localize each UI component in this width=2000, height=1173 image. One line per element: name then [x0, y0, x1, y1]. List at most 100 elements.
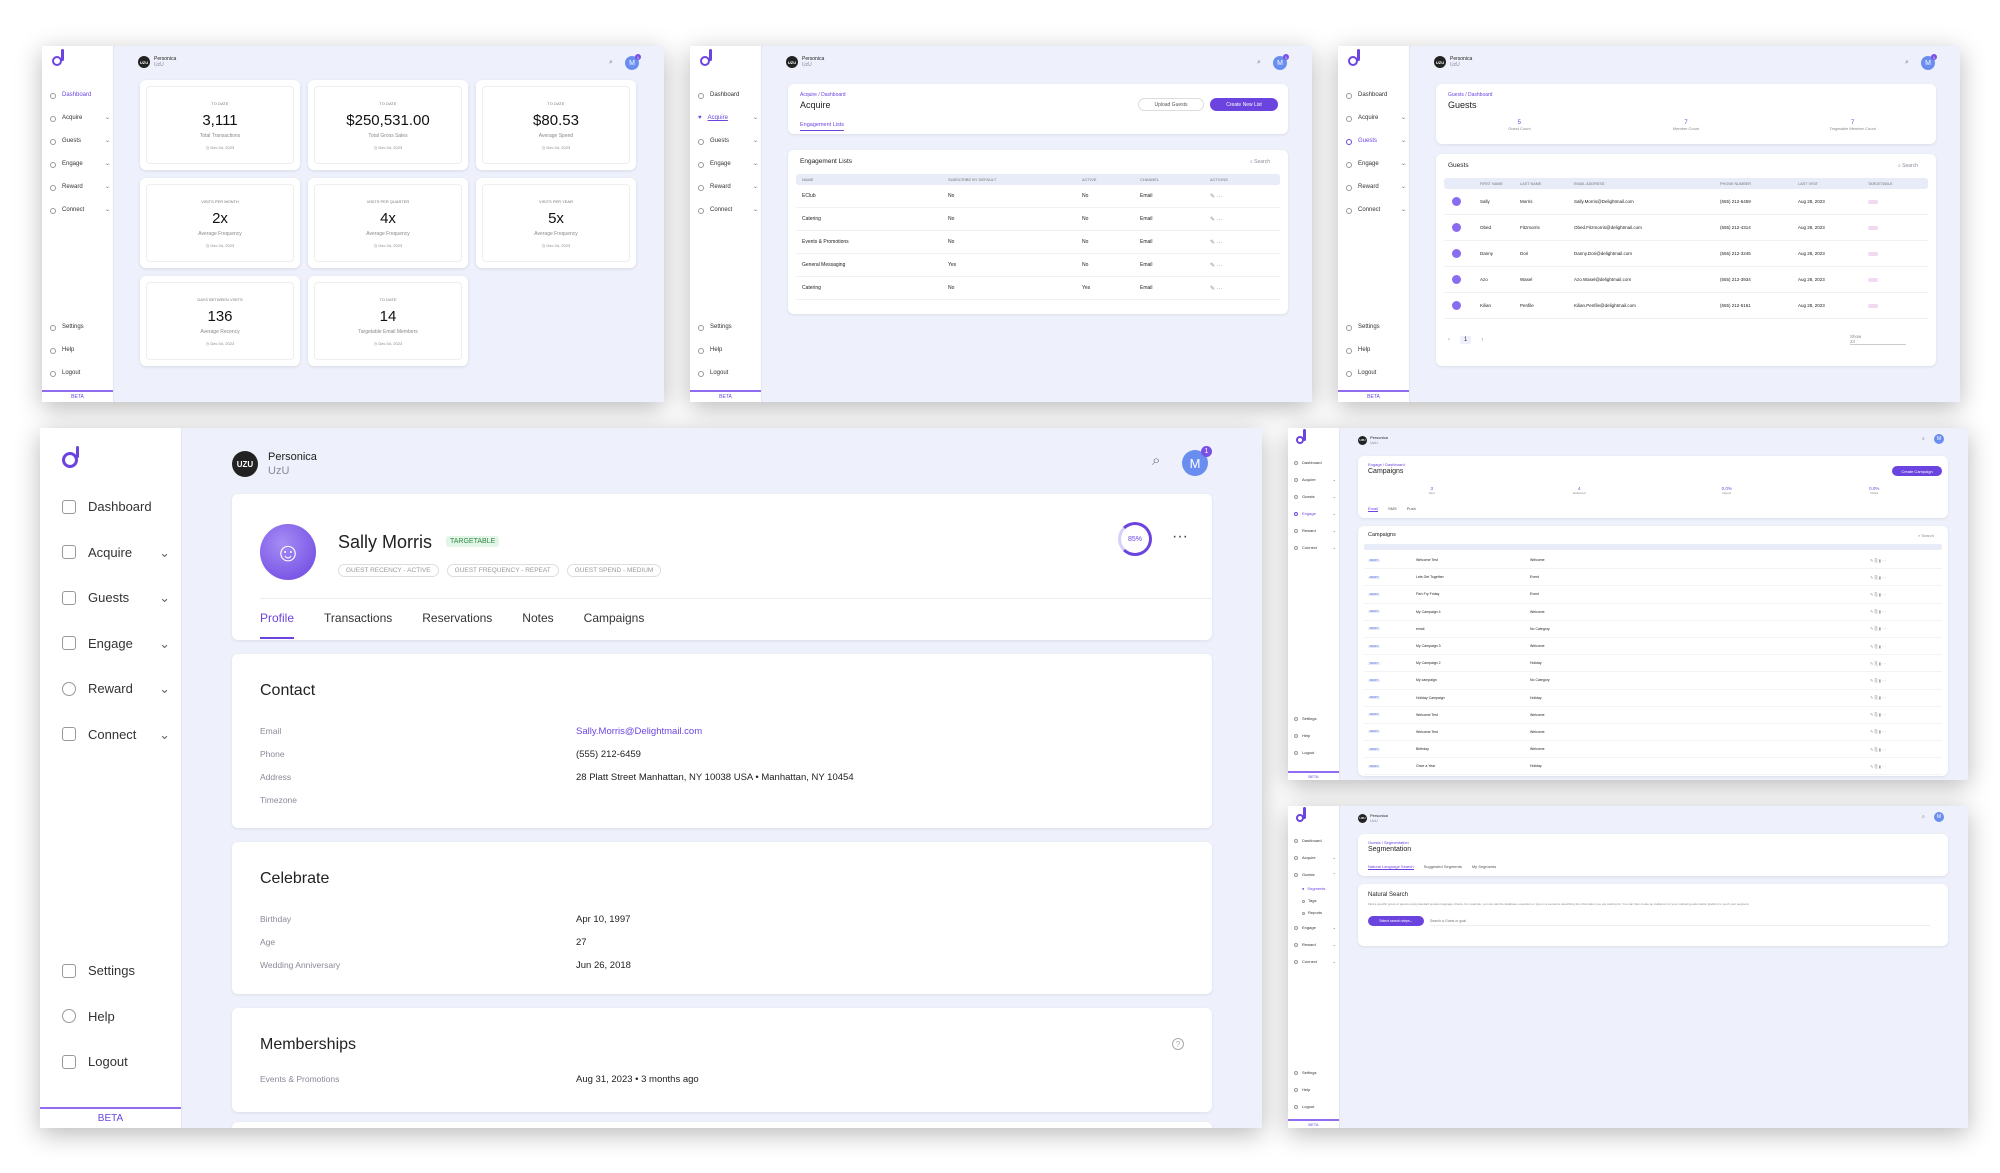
next-page-icon[interactable]: ›	[1481, 337, 1483, 343]
table-row[interactable]: DRAFT Welcome Test Welcome ✎ ⎘ ▮ ···	[1364, 724, 1942, 742]
segmentation-tab[interactable]: My Segments	[1472, 864, 1496, 870]
nav-help[interactable]: Help	[50, 339, 84, 362]
create-campaign-button[interactable]: Create Campaign	[1892, 466, 1942, 476]
nav-acquire[interactable]: Acquire ⌄	[62, 530, 170, 576]
nav-settings[interactable]: Settings	[698, 316, 732, 339]
user-avatar[interactable]: M1	[1921, 54, 1937, 70]
table-row[interactable]: DRAFT My Campaign 3 Welcome ✎ ⎘ ▮ ···	[1364, 638, 1942, 656]
nav-logout[interactable]: Logout	[1294, 744, 1316, 761]
nav-guests[interactable]: Guests ⌄	[50, 130, 110, 153]
nav-dashboard[interactable]: Dashboard	[50, 84, 110, 107]
nav-logout[interactable]: Logout	[1346, 362, 1380, 385]
nav-logout[interactable]: Logout	[50, 362, 84, 385]
more-icon[interactable]: ···	[1217, 240, 1223, 246]
more-icon[interactable]: ···	[1217, 194, 1223, 200]
nav-tags[interactable]: Tags	[1294, 895, 1336, 907]
search-input[interactable]	[1430, 916, 1930, 926]
more-icon[interactable]: ···	[1882, 609, 1886, 614]
nav-help[interactable]: Help	[698, 339, 732, 362]
table-row[interactable]: EClub No No Email ✎ ···	[796, 185, 1280, 208]
nav-logout[interactable]: Logout	[62, 1039, 135, 1085]
table-row[interactable]: Sally Morris Sally.Morris@Delightmail.com (…	[1444, 189, 1928, 215]
more-icon[interactable]: ···	[1882, 626, 1886, 631]
nav-reward[interactable]: Reward ⌄	[1346, 176, 1406, 199]
table-row[interactable]: General Messaging Yes No Email ✎ ···	[796, 254, 1280, 277]
tab-transactions[interactable]: Transactions	[324, 611, 392, 640]
nav-segments[interactable]: ● Segments	[1294, 883, 1336, 895]
more-icon[interactable]: ···	[1882, 678, 1886, 683]
segmentation-tab[interactable]: Natural Language Search	[1368, 864, 1414, 870]
edit-icon[interactable]: ✎	[1210, 194, 1217, 200]
search-icon[interactable]: ⌕	[1922, 814, 1925, 820]
search-icon[interactable]: ⌕	[1257, 59, 1261, 67]
nav-engage[interactable]: Engage ⌄	[50, 153, 110, 176]
more-options-icon[interactable]: ···	[1172, 528, 1188, 546]
edit-icon[interactable]: ✎	[1210, 263, 1217, 269]
edit-icon[interactable]: ✎	[1210, 240, 1217, 246]
table-row[interactable]: DRAFT My Campaign 4 Welcome ✎ ⎘ ▮ ···	[1364, 604, 1942, 621]
nav-help[interactable]: Help	[1346, 339, 1380, 362]
nav-settings[interactable]: Settings	[1294, 1064, 1316, 1081]
user-avatar[interactable]: M1	[625, 54, 641, 70]
nav-settings[interactable]: Settings	[1294, 710, 1316, 727]
more-icon[interactable]: ···	[1882, 747, 1886, 752]
table-row[interactable]: Catering No Yes Email ✎ ···	[796, 277, 1280, 300]
nav-guests[interactable]: Guests ⌄	[1346, 130, 1406, 153]
user-avatar[interactable]: M1	[1273, 54, 1289, 70]
table-row[interactable]: DRAFT email No Category ✎ ⎘ ▮ ···	[1364, 621, 1942, 638]
nav-settings[interactable]: Settings	[1346, 316, 1380, 339]
tab-profile[interactable]: Profile	[260, 611, 295, 639]
nav-settings[interactable]: Settings	[50, 316, 84, 339]
email-link[interactable]: Sally.Morris@Delightmail.com	[576, 720, 702, 743]
more-icon[interactable]: ···	[1882, 695, 1886, 700]
nav-reports[interactable]: Reports	[1294, 907, 1336, 919]
nav-connect[interactable]: Connect ⌄	[698, 199, 758, 222]
info-icon[interactable]: ?	[1172, 1038, 1184, 1050]
nav-engage[interactable]: Engage ⌄	[1294, 505, 1336, 522]
more-icon[interactable]: ···	[1217, 286, 1223, 292]
user-avatar[interactable]: M	[1934, 812, 1944, 822]
nav-guests[interactable]: Guests ⌄	[62, 575, 170, 621]
table-row[interactable]: Events & Promotions No No Email ✎ ···	[796, 231, 1280, 254]
nav-engage[interactable]: Engage ⌄	[1294, 919, 1336, 936]
nav-guests[interactable]: Guests ⌃	[1294, 866, 1336, 883]
nav-logout[interactable]: Logout	[698, 362, 732, 385]
nav-acquire[interactable]: ♥ Acquire ⌄	[698, 107, 758, 130]
more-icon[interactable]: ···	[1882, 764, 1886, 769]
nav-acquire[interactable]: Acquire ⌄	[50, 107, 110, 130]
search-box[interactable]: ⌕ Search	[1250, 159, 1270, 165]
page-number[interactable]: 1	[1460, 336, 1472, 344]
tab-push[interactable]: Push	[1407, 506, 1416, 512]
nav-guests[interactable]: Guests ⌄	[698, 130, 758, 153]
tab-notes[interactable]: Notes	[522, 611, 553, 640]
create-list-button[interactable]: Create New List	[1210, 98, 1278, 111]
nav-reward[interactable]: Reward ⌄	[1294, 936, 1336, 953]
table-row[interactable]: DRAFT Holiday Campaign Holiday ✎ ⎘ ▮ ···	[1364, 690, 1942, 707]
tab-campaigns[interactable]: Campaigns	[584, 611, 645, 640]
segmentation-tab[interactable]: Suggested Segments	[1424, 864, 1462, 870]
tab-reservations[interactable]: Reservations	[422, 611, 492, 640]
upload-guests-button[interactable]: Upload Guests	[1138, 98, 1204, 111]
nav-reward[interactable]: Reward ⌄	[1294, 522, 1336, 539]
search-box[interactable]: ⌕ Search	[1918, 533, 1934, 538]
prev-page-icon[interactable]: ‹	[1448, 337, 1450, 343]
table-row[interactable]: DRAFT Fish Fry Friday Event ✎ ⎘ ▮ ···	[1364, 586, 1942, 604]
table-row[interactable]: Catering No No Email ✎ ···	[796, 208, 1280, 231]
table-row[interactable]: Obed Fitzmorris Obed.Fitzmorris@delightmai…	[1444, 215, 1928, 241]
select-steps-button[interactable]: Select search steps ⌄	[1368, 916, 1424, 926]
nav-dashboard[interactable]: Dashboard	[1294, 832, 1336, 849]
nav-dashboard[interactable]: Dashboard	[1294, 454, 1336, 471]
table-row[interactable]: Danny Dori Danny.Dori@delightmail.com (555)…	[1444, 241, 1928, 267]
table-row[interactable]: DRAFT My Campaign 2 Holiday ✎ ⎘ ▮ ···	[1364, 655, 1942, 673]
nav-logout[interactable]: Logout	[1294, 1098, 1316, 1115]
nav-connect[interactable]: Connect ⌄	[1294, 953, 1336, 970]
nav-connect[interactable]: Connect ⌄	[62, 712, 170, 758]
nav-dashboard[interactable]: Dashboard	[1346, 84, 1406, 107]
nav-help[interactable]: Help	[1294, 727, 1316, 744]
search-icon[interactable]: ⌕	[1905, 59, 1909, 67]
table-row[interactable]: DRAFT Once a Year Holiday ✎ ⎘ ▮ ···	[1364, 758, 1942, 776]
nav-settings[interactable]: Settings	[62, 948, 135, 994]
edit-icon[interactable]: ✎	[1210, 286, 1217, 292]
nav-engage[interactable]: Engage ⌄	[62, 621, 170, 667]
search-box[interactable]: ⌕ Search	[1898, 163, 1918, 169]
